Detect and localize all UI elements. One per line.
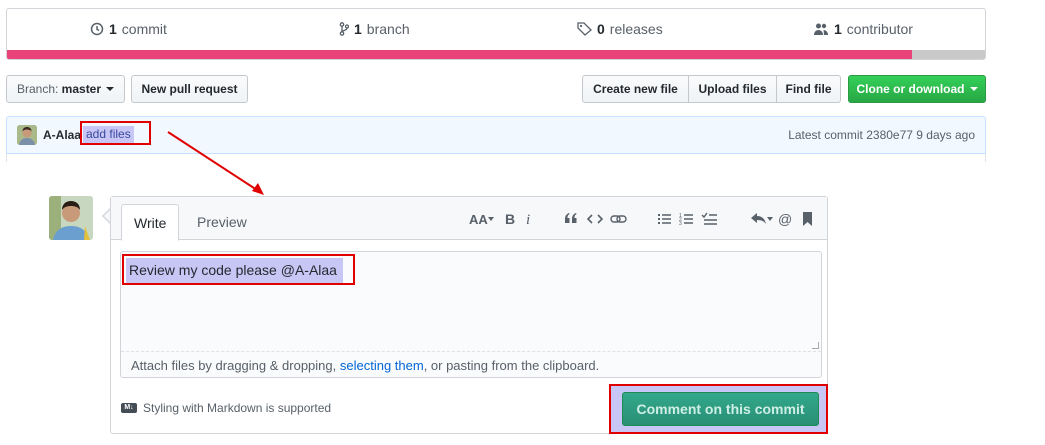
branches-label: branch <box>366 21 410 37</box>
history-icon <box>90 22 104 36</box>
branches-count: 1 <box>354 21 362 37</box>
upload-files-button[interactable]: Upload files <box>688 75 777 103</box>
language-bar[interactable] <box>7 50 985 59</box>
svg-text:AA: AA <box>469 212 488 227</box>
find-file-button[interactable]: Find file <box>776 75 841 103</box>
code-icon[interactable] <box>587 210 603 228</box>
attach-files-hint[interactable]: Attach files by dragging & dropping, sel… <box>121 351 821 378</box>
branch-name: master <box>61 82 102 96</box>
branch-select-button[interactable]: Branch: master <box>6 75 125 103</box>
mention-icon[interactable]: @ <box>778 210 793 228</box>
composer-header: Write Preview AA B i 123 @ <box>111 197 827 241</box>
repo-summary-bar: 1 commit 1 branch 0 releases 1 contribut… <box>6 8 986 60</box>
annotation-arrow-icon <box>167 131 264 195</box>
branch-prefix: Branch: <box>16 82 59 96</box>
resize-handle-icon[interactable] <box>812 342 819 349</box>
contributors-label: contributor <box>846 21 913 37</box>
markdown-note-text: Styling with Markdown is supported <box>143 401 332 415</box>
commits-stat[interactable]: 1 commit <box>90 21 167 37</box>
branch-icon <box>339 22 349 36</box>
commits-label: commit <box>121 21 167 37</box>
people-icon <box>813 22 829 36</box>
bookmark-icon[interactable] <box>801 210 814 228</box>
releases-stat[interactable]: 0 releases <box>577 21 663 37</box>
svg-text:@: @ <box>778 211 792 227</box>
italic-icon[interactable]: i <box>524 210 534 228</box>
file-list-top <box>6 154 986 162</box>
select-files-link[interactable]: selecting them <box>340 358 424 373</box>
link-icon[interactable] <box>610 210 627 228</box>
markdown-note[interactable]: M↓ Styling with Markdown is supported <box>121 401 331 415</box>
attach-prefix: Attach files by dragging & dropping, <box>131 358 340 373</box>
branches-stat[interactable]: 1 branch <box>339 21 410 37</box>
latest-commit-bar: A-Alaa add files Latest commit 2380e77 9… <box>6 116 986 154</box>
quote-icon[interactable] <box>563 210 579 228</box>
latest-commit-info[interactable]: Latest commit 2380e77 9 days ago <box>788 128 975 142</box>
commits-count: 1 <box>109 21 117 37</box>
language-bar-primary[interactable] <box>7 50 912 59</box>
clone-or-download-button[interactable]: Clone or download <box>848 75 986 103</box>
create-new-file-button[interactable]: Create new file <box>582 75 689 103</box>
annotation-box-submit: Comment on this commit <box>609 384 828 434</box>
ordered-list-icon[interactable]: 123 <box>679 210 694 228</box>
comment-composer: Write Preview AA B i 123 @ Review my cod… <box>110 196 828 434</box>
reply-icon[interactable] <box>750 210 774 228</box>
task-list-icon[interactable] <box>701 210 718 228</box>
releases-count: 0 <box>597 21 605 37</box>
unordered-list-icon[interactable] <box>657 210 672 228</box>
svg-text:3: 3 <box>679 221 682 227</box>
annotation-box-commit-message <box>80 121 151 145</box>
commit-author[interactable]: A-Alaa <box>43 128 81 142</box>
annotation-box-comment-text <box>122 254 355 285</box>
tab-write[interactable]: Write <box>121 204 180 241</box>
contributors-stat[interactable]: 1 contributor <box>813 21 913 37</box>
caret-down-icon <box>106 87 115 91</box>
contributors-count: 1 <box>834 21 842 37</box>
text-size-icon[interactable]: AA <box>469 210 495 228</box>
tag-icon <box>577 22 592 36</box>
markdown-icon: M↓ <box>121 403 137 413</box>
attach-suffix: , or pasting from the clipboard. <box>423 358 600 373</box>
tab-preview[interactable]: Preview <box>185 204 259 241</box>
new-pull-request-button[interactable]: New pull request <box>131 75 248 103</box>
caret-down-icon <box>969 87 978 91</box>
clone-label: Clone or download <box>856 82 965 96</box>
author-avatar[interactable] <box>17 125 37 145</box>
user-avatar[interactable] <box>49 196 93 240</box>
comment-on-commit-button[interactable]: Comment on this commit <box>622 392 819 426</box>
comment-textarea[interactable]: Review my code please @A-Alaa Attach fil… <box>120 251 822 378</box>
releases-label: releases <box>609 21 663 37</box>
bold-icon[interactable]: B <box>504 210 516 228</box>
svg-text:B: B <box>505 211 515 227</box>
svg-text:i: i <box>526 212 530 228</box>
